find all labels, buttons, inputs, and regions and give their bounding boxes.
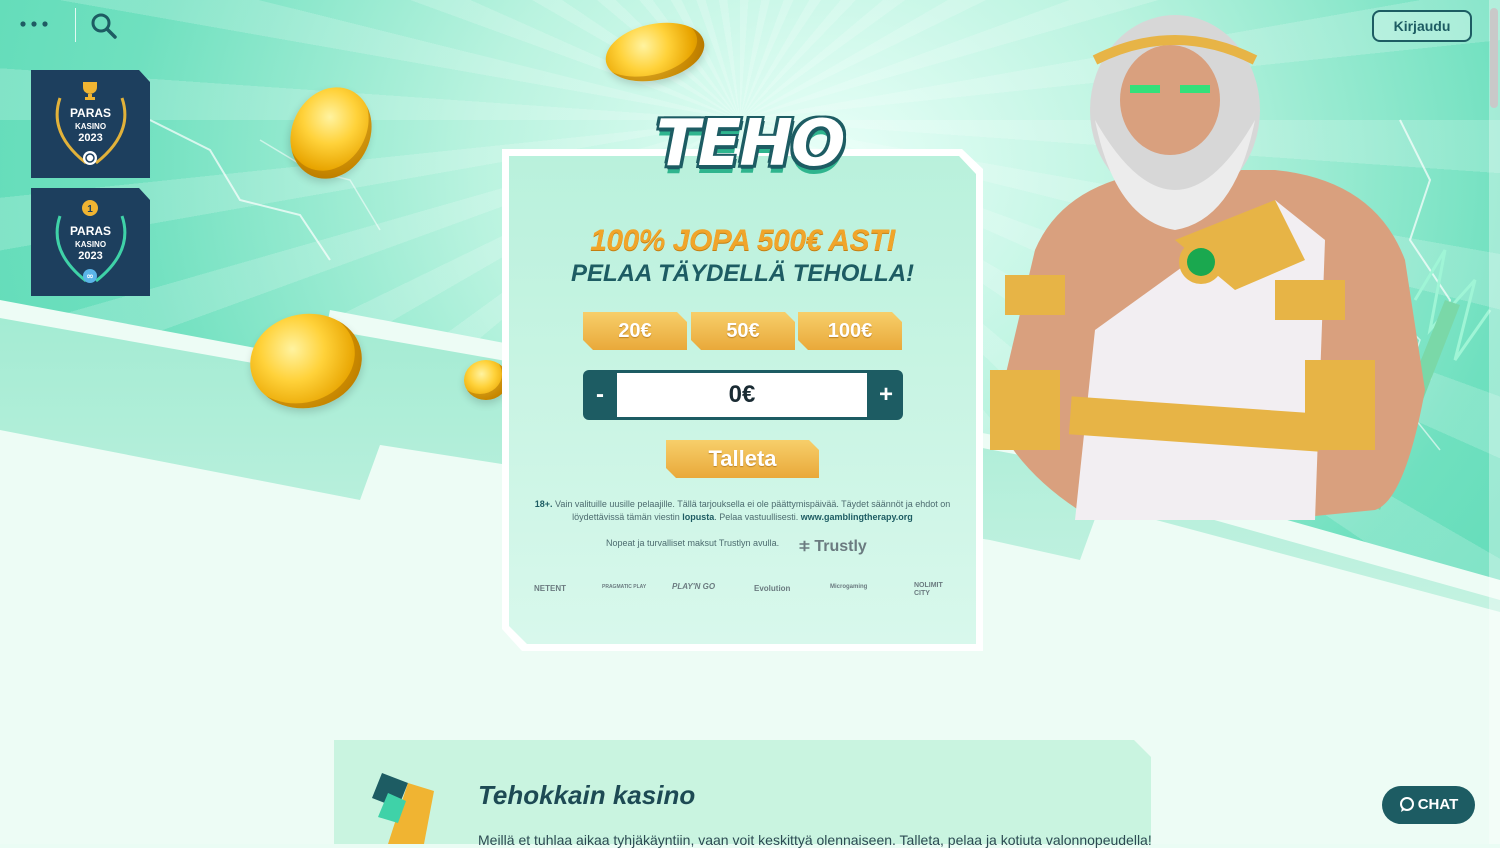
amount-input[interactable]	[617, 373, 867, 417]
provider-microgaming: Microgaming	[830, 584, 868, 590]
login-button[interactable]: Kirjaudu	[1372, 10, 1472, 42]
provider-nolimit: NOLIMIT CITY	[914, 582, 943, 597]
award-badge: PARAS KASINO 2023	[31, 70, 150, 178]
badge-subtitle: KASINO	[74, 240, 107, 249]
chat-button[interactable]: CHAT	[1382, 786, 1475, 824]
chat-label: CHAT	[1417, 796, 1459, 813]
amount-20-button[interactable]: 20€	[583, 312, 687, 350]
badge-year: 2023	[78, 132, 103, 144]
chat-bubble-icon	[1399, 797, 1414, 813]
search-button[interactable]	[89, 11, 119, 41]
provider-logos: NETENT PRAGMATIC PLAY PLAY'N GO Evolutio…	[520, 578, 965, 598]
scrollbar-thumb[interactable]	[1490, 8, 1498, 108]
deposit-button[interactable]: Talleta	[666, 440, 819, 478]
menu-icon[interactable]	[18, 14, 54, 34]
info-text: Meillä et tuhlaa aikaa tyhjäkäyntiin, va…	[478, 832, 1152, 848]
increase-button[interactable]: +	[869, 370, 903, 420]
provider-playngo: PLAY'N GO	[672, 582, 716, 591]
offer-headline: 100% JOPA 500€ ASTI	[590, 224, 895, 257]
terms-body-2: . Pelaa vastuullisesti.	[714, 512, 801, 522]
topbar-divider	[75, 8, 76, 42]
badge-subtitle: KASINO	[74, 122, 107, 131]
amount-50-button[interactable]: 50€	[691, 312, 795, 350]
offer-subline: PELAA TÄYDELLÄ TEHOLLA!	[570, 260, 915, 287]
teho-logo[interactable]: TEHO	[656, 104, 845, 184]
badge-title: PARAS	[69, 106, 112, 120]
trustly-logo-text: Trustly	[814, 538, 867, 555]
amount-stepper: - +	[583, 370, 903, 420]
provider-pragmatic: PRAGMATIC PLAY	[602, 584, 647, 590]
terms-text: 18+. Vain valituille uusille pelaajille.…	[520, 498, 965, 524]
scrollbar-track[interactable]	[1489, 0, 1500, 844]
badge-title: PARAS	[69, 224, 112, 238]
infinity-icon: ∞	[83, 269, 97, 283]
trustly-row: Nopeat ja turvalliset maksut Trustlyn av…	[560, 538, 920, 560]
award-badge: 1 PARAS KASINO 2023 ∞	[31, 188, 150, 296]
trustly-logo: ⵐ Trustly	[799, 538, 867, 555]
info-panel	[334, 740, 1151, 844]
gambling-therapy-link[interactable]: www.gamblingtherapy.org	[801, 512, 913, 522]
lightning-bolt-icon	[372, 773, 434, 844]
age-limit: 18+.	[534, 499, 553, 509]
badge-year: 2023	[78, 250, 103, 262]
terms-link[interactable]: lopusta	[682, 512, 714, 522]
svg-text:∞: ∞	[86, 272, 94, 282]
amount-100-button[interactable]: 100€	[798, 312, 902, 350]
decrease-button[interactable]: -	[583, 370, 617, 420]
more-dots-icon	[20, 21, 48, 27]
gold-coin	[464, 360, 508, 400]
zeus-illustration	[990, 15, 1492, 520]
refresh-icon	[83, 151, 97, 165]
search-icon	[91, 13, 117, 39]
trustly-text: Nopeat ja turvalliset maksut Trustlyn av…	[606, 538, 780, 548]
info-title: Tehokkain kasino	[478, 780, 696, 810]
provider-evolution: Evolution	[754, 584, 791, 593]
provider-netent: NETENT	[534, 584, 566, 593]
